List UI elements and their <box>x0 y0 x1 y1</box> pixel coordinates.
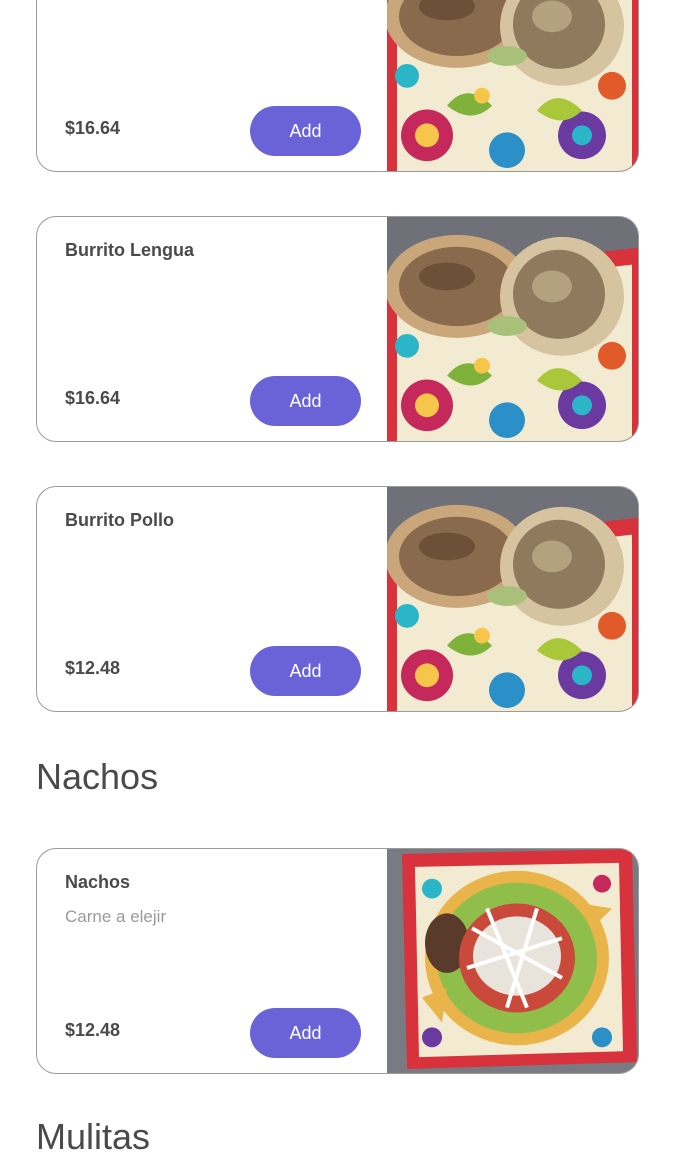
menu-item-name: Nachos <box>65 872 131 892</box>
menu-item-info: $16.64 Add <box>37 0 389 171</box>
menu-item-name: Burrito Pollo <box>65 510 174 530</box>
menu-item-price: $12.48 <box>65 658 121 678</box>
burrito-photo <box>387 217 638 441</box>
menu-item-price: $12.48 <box>65 1020 121 1040</box>
menu-item-card[interactable]: $16.64 Add <box>36 0 639 172</box>
burrito-photo <box>387 487 638 711</box>
section-title-nachos: Nachos <box>36 756 159 797</box>
nachos-photo <box>387 849 638 1073</box>
menu-item-card[interactable]: Nachos Carne a elejir $12.48 Add <box>36 848 639 1074</box>
add-button[interactable]: Add <box>250 376 361 426</box>
menu-item-description: Carne a elejir <box>65 907 167 926</box>
burrito-photo <box>387 0 638 171</box>
menu-item-card[interactable]: Burrito Pollo $12.48 Add <box>36 486 639 712</box>
menu-item-info: Burrito Lengua $16.64 Add <box>37 217 389 441</box>
menu-item-price: $16.64 <box>65 118 121 138</box>
add-button[interactable]: Add <box>250 646 361 696</box>
add-button[interactable]: Add <box>250 106 361 156</box>
menu-item-card[interactable]: Burrito Lengua $16.64 Add <box>36 216 639 442</box>
add-button[interactable]: Add <box>250 1008 361 1058</box>
menu-item-price: $16.64 <box>65 388 121 408</box>
menu-item-info: Nachos Carne a elejir $12.48 Add <box>37 849 389 1073</box>
menu-item-name: Burrito Lengua <box>65 240 194 260</box>
section-title-mulitas: Mulitas <box>36 1116 151 1157</box>
menu-item-info: Burrito Pollo $12.48 Add <box>37 487 389 711</box>
